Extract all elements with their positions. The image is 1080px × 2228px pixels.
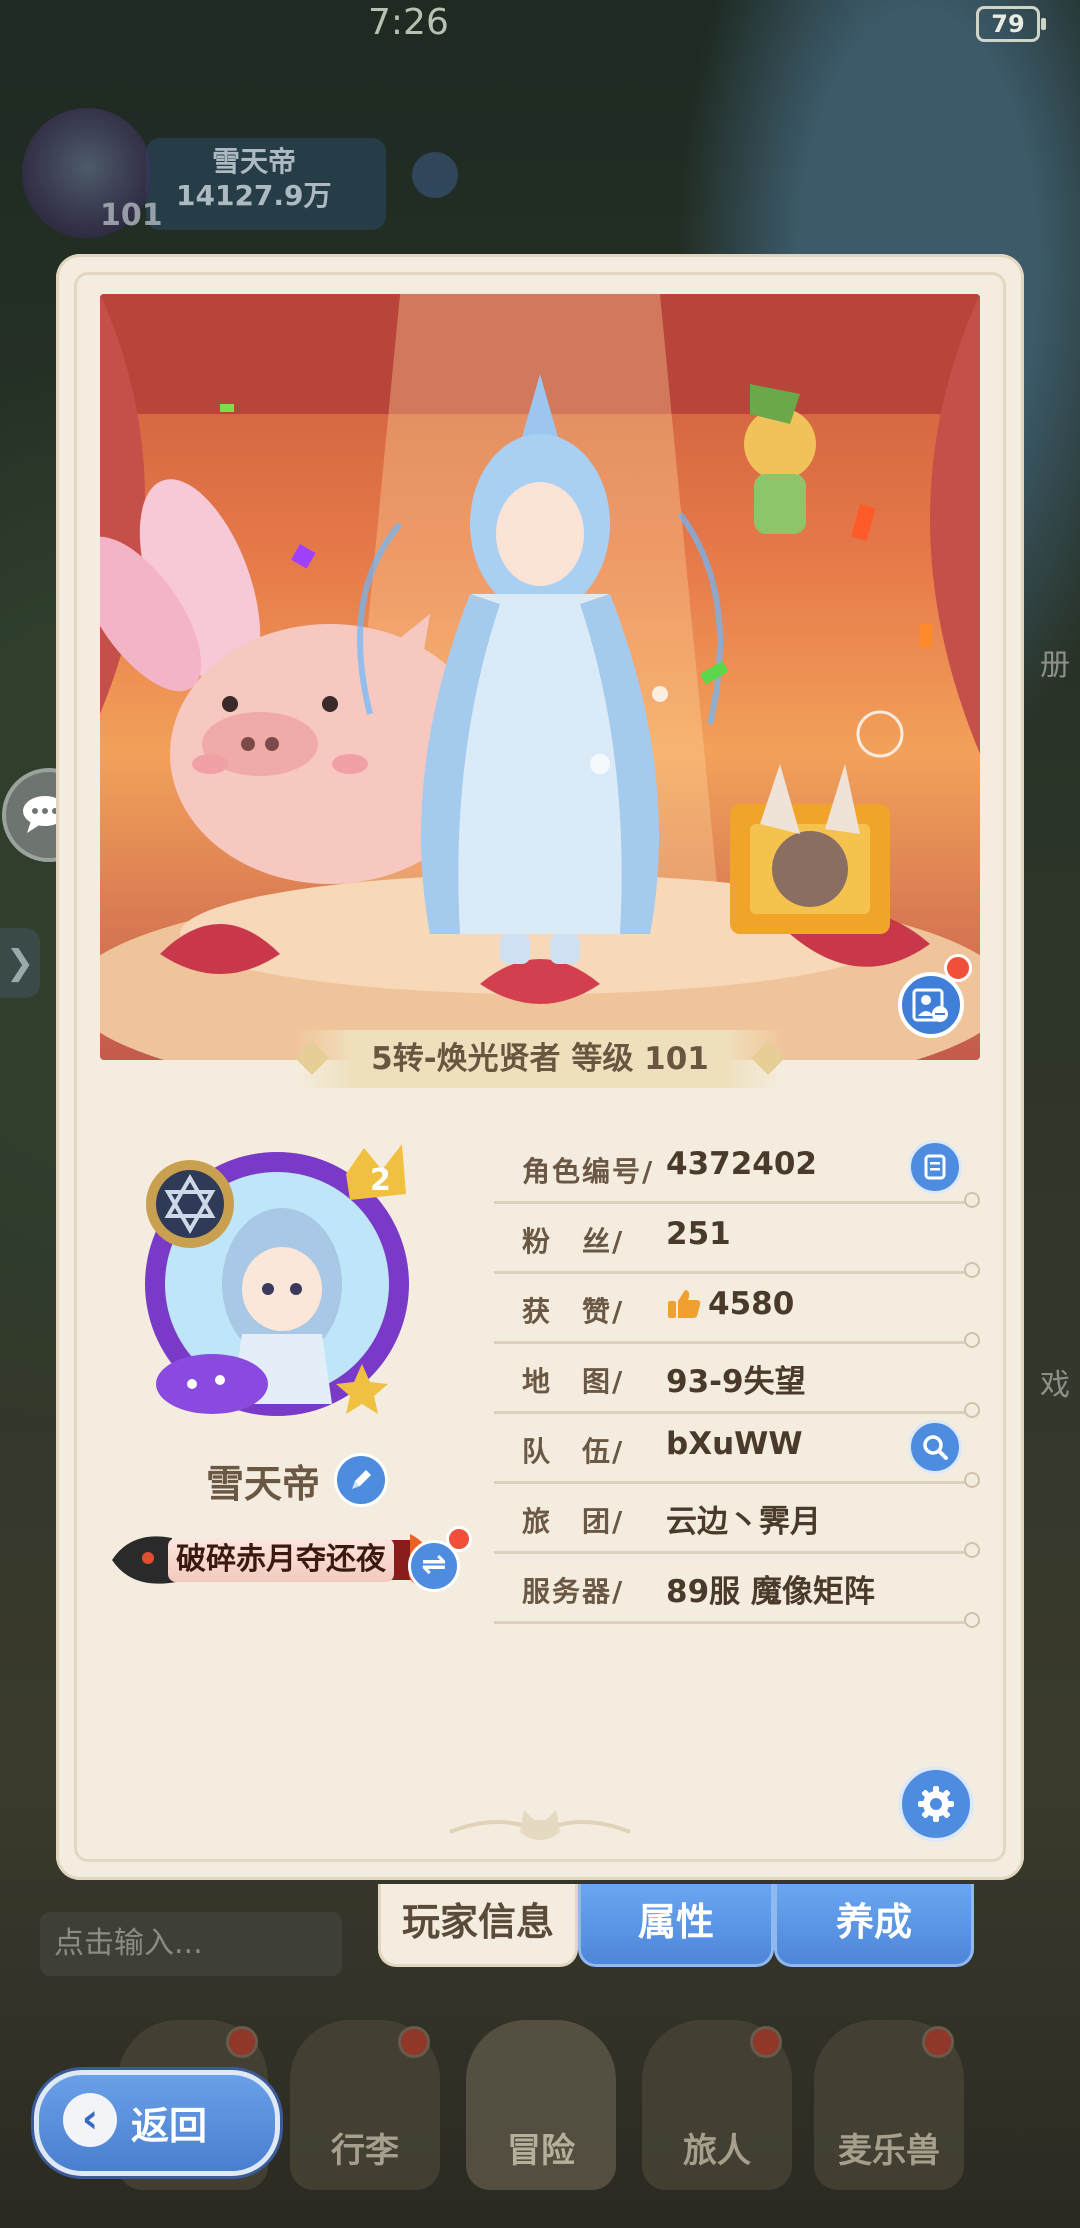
info-row-guild: 旅 团/ 云边丶霁月	[494, 1484, 980, 1558]
likes-count: 4580	[708, 1286, 795, 1322]
player-avatar[interactable]: 2	[132, 1134, 422, 1424]
status-bar: 7:26 79	[0, 0, 1080, 48]
info-row-fans: 粉 丝/ 251	[494, 1204, 980, 1278]
chat-input[interactable]: 点击输入...	[40, 1912, 342, 1976]
player-title: 破碎赤月夺还夜	[168, 1538, 394, 1582]
thumbs-up-icon	[668, 1290, 701, 1318]
notification-dot	[398, 2026, 430, 2058]
info-label: 粉 丝/	[522, 1225, 625, 1258]
info-value-likes: 4580	[666, 1286, 794, 1322]
back-label: 返回	[131, 2104, 208, 2148]
info-value: 云边丶霁月	[666, 1504, 821, 1540]
scene-illustration	[100, 294, 980, 1060]
gear-icon	[918, 1786, 954, 1822]
pencil-icon	[352, 1470, 372, 1489]
cat-ornament	[449, 1810, 631, 1840]
notification-dot	[226, 2026, 258, 2058]
tab-player-info[interactable]: 玩家信息	[378, 1884, 578, 1967]
character-showcase-scene	[100, 294, 980, 1060]
player-info-panel: 5转-焕光贤者 等级 101 2 雪天帝 破碎赤月夺还夜 ⇌ 角色编号/ 437…	[56, 254, 1024, 1880]
info-row-team: 队 伍/ bXuWW	[494, 1414, 980, 1488]
nav-adventure[interactable]: 冒险	[466, 2020, 616, 2190]
tab-attributes[interactable]: 属性	[578, 1884, 774, 1967]
info-value: 89服 魔像矩阵	[666, 1574, 875, 1610]
side-label-right-a: 册	[1040, 648, 1070, 683]
info-label: 角色编号/	[522, 1155, 655, 1188]
copy-icon	[924, 1154, 946, 1180]
nav-label: 麦乐兽	[838, 2131, 940, 2171]
search-team-button[interactable]	[908, 1420, 962, 1474]
info-label: 获 赞/	[522, 1295, 625, 1328]
info-label: 地 图/	[522, 1365, 625, 1398]
info-label: 旅 团/	[522, 1505, 625, 1538]
info-row-map: 地 图/ 93-9失望	[494, 1344, 980, 1418]
copy-id-button[interactable]	[908, 1140, 962, 1194]
info-value: bXuWW	[666, 1426, 803, 1462]
tab-cultivate[interactable]: 养成	[774, 1884, 974, 1967]
notification-dot	[944, 954, 972, 982]
info-row-server: 服务器/ 89服 魔像矩阵	[494, 1554, 980, 1628]
side-label-right-b: 戏	[1040, 1368, 1070, 1403]
info-row-role-id: 角色编号/ 4372402	[494, 1134, 980, 1208]
photo-frame-button[interactable]	[898, 972, 964, 1038]
nav-label: 冒险	[507, 2131, 575, 2171]
player-name-row: 雪天帝	[206, 1452, 389, 1508]
hud-level: 101	[100, 198, 163, 233]
notification-dot	[750, 2026, 782, 2058]
settings-button[interactable]	[898, 1766, 974, 1842]
notification-dot	[922, 2026, 954, 2058]
info-value: 4372402	[666, 1146, 817, 1182]
battery-icon: 79	[976, 6, 1046, 42]
svg-text:2: 2	[370, 1163, 391, 1198]
nav-pets[interactable]: 麦乐兽	[814, 2020, 964, 2190]
back-arrow-icon: ‹	[63, 2093, 117, 2147]
info-label: 队 伍/	[522, 1435, 625, 1468]
nav-label: 旅人	[683, 2131, 751, 2171]
info-label: 服务器/	[522, 1575, 625, 1608]
nav-label: 行李	[331, 2131, 399, 2171]
edit-name-button[interactable]	[334, 1453, 389, 1507]
nav-bag[interactable]: 行李	[290, 2020, 440, 2190]
notification-dot	[446, 1526, 472, 1552]
player-name: 雪天帝	[206, 1461, 321, 1506]
info-value: 251	[666, 1216, 731, 1252]
info-row-likes: 获 赞/ 4580	[494, 1274, 980, 1348]
info-value: 93-9失望	[666, 1364, 806, 1400]
hud-power: 14127.9万	[176, 179, 332, 212]
search-icon	[923, 1435, 948, 1460]
back-button[interactable]: ‹ 返回	[34, 2070, 280, 2176]
side-expand-arrow[interactable]: ❯	[0, 928, 40, 998]
hud-pet-icon[interactable]	[412, 152, 458, 198]
nav-travelers[interactable]: 旅人	[642, 2020, 792, 2190]
status-time: 7:26	[368, 2, 449, 43]
portrait-card-icon	[912, 988, 948, 1022]
class-level-ribbon: 5转-焕光贤者 等级 101	[296, 1030, 784, 1088]
player-info-list: 角色编号/ 4372402 粉 丝/ 251 获 赞/ 4580 地 图/ 93…	[494, 1134, 980, 1628]
